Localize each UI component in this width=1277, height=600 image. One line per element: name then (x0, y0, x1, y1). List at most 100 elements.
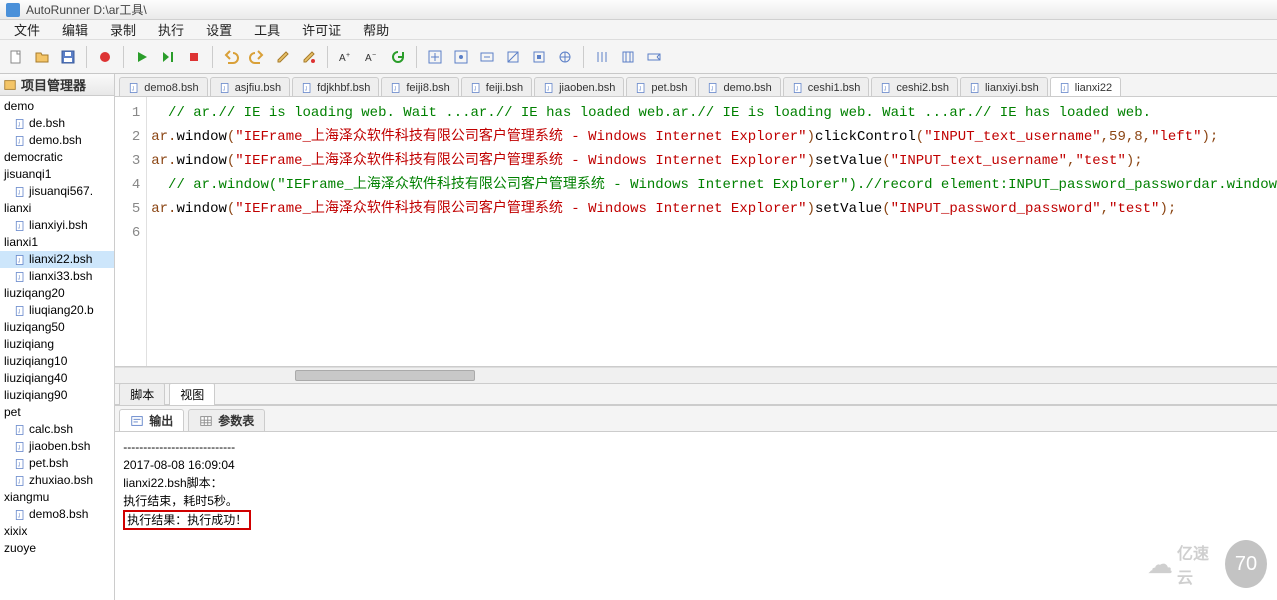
tool-4-button[interactable] (501, 45, 525, 69)
tree-file[interactable]: Jliuqiang20.b (0, 302, 114, 319)
edit-button[interactable] (271, 45, 295, 69)
project-explorer-header: 项目管理器 (0, 74, 114, 96)
output-icon (130, 414, 144, 428)
title-bar: AutoRunner D:\ar工具\ (0, 0, 1277, 20)
tree-folder[interactable]: pet (0, 404, 114, 421)
tree-folder[interactable]: liuziqiang40 (0, 370, 114, 387)
tree-file[interactable]: Jzhuxiao.bsh (0, 472, 114, 489)
tab-output[interactable]: 输出 (119, 409, 184, 431)
tool-3-button[interactable] (475, 45, 499, 69)
tree-folder[interactable]: liuziqiang (0, 336, 114, 353)
tree-folder[interactable]: xixix (0, 523, 114, 540)
project-icon (3, 78, 17, 92)
editor-tab[interactable]: Jpet.bsh (626, 77, 696, 97)
step-button[interactable] (156, 45, 180, 69)
svg-text:J: J (18, 224, 21, 230)
editor-tab[interactable]: Jfdjkhbf.bsh (292, 77, 379, 97)
tab-script[interactable]: 脚本 (119, 383, 165, 406)
tree-folder[interactable]: democratic (0, 149, 114, 166)
editor-tab[interactable]: Jfeiji8.bsh (381, 77, 458, 97)
editor-tab[interactable]: Jlianxi22 (1050, 77, 1121, 97)
svg-text:J: J (18, 479, 21, 485)
stop-button[interactable] (182, 45, 206, 69)
tree-file[interactable]: Jpet.bsh (0, 455, 114, 472)
menu-license[interactable]: 许可证 (292, 18, 351, 41)
editor-tab[interactable]: Jceshi2.bsh (871, 77, 958, 97)
menu-run[interactable]: 执行 (148, 18, 194, 41)
tree-folder[interactable]: lianxi (0, 200, 114, 217)
font-decrease-button[interactable]: A− (360, 45, 384, 69)
tree-file[interactable]: Jlianxi33.bsh (0, 268, 114, 285)
new-button[interactable] (4, 45, 28, 69)
tool-9-button[interactable] (642, 45, 666, 69)
svg-text:J: J (18, 428, 21, 434)
toolbar: A+ A− (0, 40, 1277, 74)
editor-tab[interactable]: Jdemo.bsh (698, 77, 780, 97)
tree-folder[interactable]: liuziqang20 (0, 285, 114, 302)
tool-1-button[interactable] (423, 45, 447, 69)
menu-edit[interactable]: 编辑 (52, 18, 98, 41)
font-increase-button[interactable]: A+ (334, 45, 358, 69)
line-gutter: 123456 (115, 97, 147, 366)
menu-settings[interactable]: 设置 (196, 18, 242, 41)
tree-folder[interactable]: liuziqiang90 (0, 387, 114, 404)
svg-text:J: J (18, 445, 21, 451)
tab-params[interactable]: 参数表 (188, 409, 265, 431)
tool-6-button[interactable] (553, 45, 577, 69)
svg-text:J: J (394, 86, 397, 92)
horizontal-scrollbar[interactable] (115, 367, 1277, 383)
record-button[interactable] (93, 45, 117, 69)
run-button[interactable] (130, 45, 154, 69)
tree-folder[interactable]: demo (0, 98, 114, 115)
svg-text:J: J (222, 86, 225, 92)
scrollbar-thumb[interactable] (295, 370, 475, 381)
tree-folder[interactable]: lianxi1 (0, 234, 114, 251)
project-tree[interactable]: demoJde.bshJdemo.bshdemocraticjisuanqi1J… (0, 96, 114, 600)
tool-8-button[interactable] (616, 45, 640, 69)
undo-button[interactable] (219, 45, 243, 69)
tree-folder[interactable]: liuziqiang10 (0, 353, 114, 370)
save-button[interactable] (56, 45, 80, 69)
menu-record[interactable]: 录制 (100, 18, 146, 41)
menu-help[interactable]: 帮助 (353, 18, 399, 41)
tree-file[interactable]: Jlianxi22.bsh (0, 251, 114, 268)
tool-7-button[interactable] (590, 45, 614, 69)
refresh-button[interactable] (386, 45, 410, 69)
editor-tab[interactable]: Jasjfiu.bsh (210, 77, 290, 97)
editor-tab[interactable]: Jdemo8.bsh (119, 77, 207, 97)
svg-text:+: + (346, 52, 350, 59)
tree-file[interactable]: Jlianxiyi.bsh (0, 217, 114, 234)
code-editor[interactable]: 123456 // ar.// IE is loading web. Wait … (115, 97, 1277, 367)
tree-file[interactable]: Jjisuanqi567. (0, 183, 114, 200)
tool-2-button[interactable] (449, 45, 473, 69)
tree-file[interactable]: Jdemo8.bsh (0, 506, 114, 523)
window-title: AutoRunner D:\ar工具\ (26, 1, 147, 18)
tree-folder[interactable]: xiangmu (0, 489, 114, 506)
tab-view[interactable]: 视图 (169, 383, 215, 406)
tree-file[interactable]: Jde.bsh (0, 115, 114, 132)
menu-tools[interactable]: 工具 (244, 18, 290, 41)
tree-folder[interactable]: jisuanqi1 (0, 166, 114, 183)
tree-file[interactable]: Jjiaoben.bsh (0, 438, 114, 455)
editor-tab[interactable]: Jceshi1.bsh (783, 77, 870, 97)
redo-button[interactable] (245, 45, 269, 69)
editor-tab[interactable]: Jfeiji.bsh (461, 77, 532, 97)
editor-tabs: Jdemo8.bshJasjfiu.bshJfdjkhbf.bshJfeiji8… (115, 74, 1277, 97)
code-content[interactable]: // ar.// IE is loading web. Wait ...ar./… (147, 97, 1277, 366)
svg-text:J: J (18, 275, 21, 281)
tree-file[interactable]: Jcalc.bsh (0, 421, 114, 438)
editor-tab[interactable]: Jjiaoben.bsh (534, 77, 624, 97)
open-button[interactable] (30, 45, 54, 69)
tree-folder[interactable]: liuziqang50 (0, 319, 114, 336)
svg-text:A: A (339, 53, 346, 64)
tree-file[interactable]: Jdemo.bsh (0, 132, 114, 149)
spy-button[interactable] (297, 45, 321, 69)
output-script: lianxi22.bsh脚本： (123, 474, 1269, 492)
tool-5-button[interactable] (527, 45, 551, 69)
editor-bottom-tabs: 脚本 视图 (115, 383, 1277, 405)
app-icon (6, 3, 20, 17)
tree-folder[interactable]: zuoye (0, 540, 114, 557)
menu-file[interactable]: 文件 (4, 18, 50, 41)
svg-text:J: J (18, 122, 21, 128)
editor-tab[interactable]: Jlianxiyi.bsh (960, 77, 1048, 97)
